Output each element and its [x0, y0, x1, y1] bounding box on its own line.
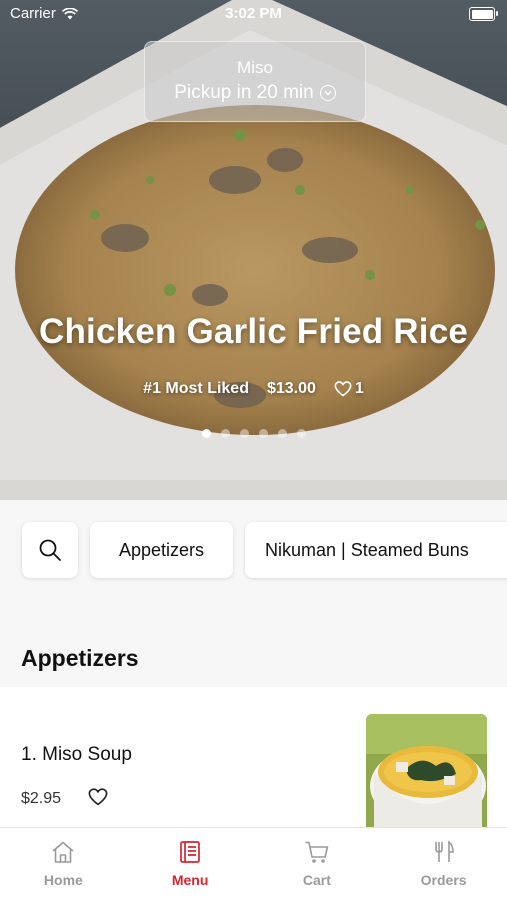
- tab-menu[interactable]: Menu: [127, 828, 254, 901]
- chevron-down-circle-icon: [319, 85, 336, 101]
- carousel-dot[interactable]: [277, 429, 287, 438]
- search-icon: [39, 539, 61, 561]
- heart-icon: [334, 381, 352, 397]
- featured-price: $13.00: [266, 380, 316, 397]
- tab-home[interactable]: Home: [0, 828, 127, 901]
- search-button[interactable]: [22, 522, 78, 578]
- featured-rank: #1 Most Liked: [143, 380, 249, 397]
- category-bar: Appetizers Nikuman | Steamed Buns: [0, 500, 507, 620]
- menu-book-icon: [180, 841, 200, 863]
- heart-icon[interactable]: [88, 788, 108, 806]
- featured-like-count: 1: [354, 380, 364, 397]
- carousel-dot[interactable]: [258, 429, 268, 438]
- pickup-eta: Pickup in 20 min: [174, 82, 314, 103]
- cart-icon: [305, 841, 329, 863]
- carousel-dot[interactable]: [220, 429, 230, 438]
- fork-knife-icon: [434, 840, 454, 862]
- category-chip-appetizers[interactable]: Appetizers: [90, 522, 233, 578]
- home-icon: [52, 841, 74, 863]
- featured-dish-meta: #1 Most Liked $13.00 1: [0, 380, 507, 398]
- carousel-dot[interactable]: [201, 429, 211, 438]
- tab-label: Orders: [420, 872, 467, 888]
- carousel-page-indicator[interactable]: [0, 429, 507, 438]
- status-time: 3:02 PM: [225, 5, 282, 22]
- tab-cart[interactable]: Cart: [254, 828, 381, 901]
- item-thumbnail: [366, 714, 487, 827]
- carousel-dot[interactable]: [296, 429, 306, 438]
- featured-likes[interactable]: 1: [334, 380, 364, 398]
- section-title: Appetizers: [21, 645, 139, 671]
- hero-carousel[interactable]: Carrier 3:02 PM Miso Pickup in 20 min Ch…: [0, 0, 507, 500]
- tab-label: Cart: [302, 872, 331, 888]
- menu-list: 1. Miso Soup $2.95: [0, 687, 507, 827]
- pickup-selector-button[interactable]: Miso Pickup in 20 min: [144, 41, 366, 122]
- tab-orders[interactable]: Orders: [380, 828, 507, 901]
- tab-label: Home: [43, 872, 83, 888]
- store-name: Miso: [237, 58, 273, 77]
- carousel-dot[interactable]: [239, 429, 249, 438]
- category-chip-nikuman[interactable]: Nikuman | Steamed Buns: [245, 522, 507, 578]
- tab-bar: Home Menu Cart Orders: [0, 827, 507, 901]
- item-price: $2.95: [21, 790, 62, 807]
- battery-icon: [469, 7, 498, 21]
- status-bar: Carrier 3:02 PM: [0, 0, 507, 28]
- featured-dish-title[interactable]: Chicken Garlic Fried Rice: [0, 312, 507, 352]
- item-name: 1. Miso Soup: [21, 744, 132, 765]
- tab-label: Menu: [171, 872, 209, 888]
